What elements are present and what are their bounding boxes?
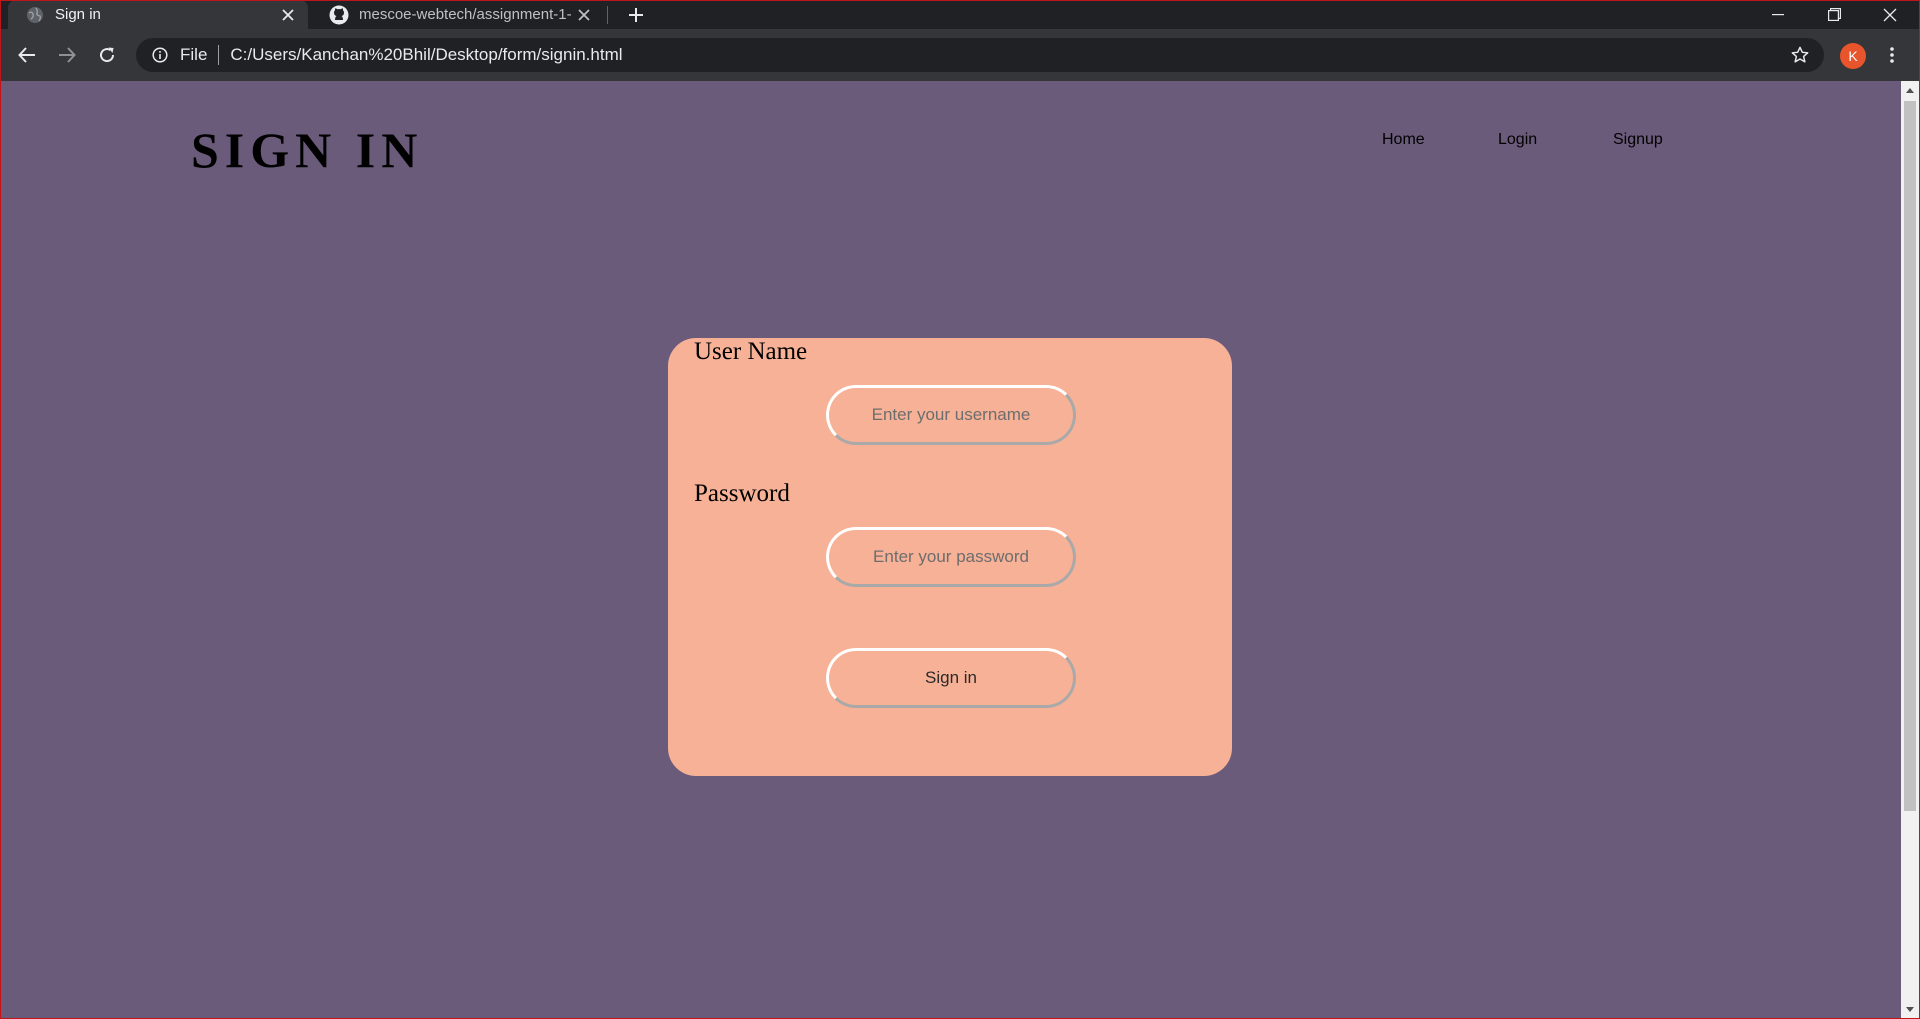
signin-card: User Name Password Sign in	[668, 338, 1232, 776]
close-icon[interactable]	[276, 3, 300, 27]
username-input[interactable]	[826, 385, 1076, 445]
url-scheme: File	[180, 45, 208, 64]
plus-icon	[629, 8, 643, 22]
tab-github[interactable]: mescoe-webtech/assignment-1-	[312, 0, 604, 29]
tab-separator	[607, 6, 608, 24]
restore-icon	[1827, 8, 1841, 21]
arrow-right-icon	[59, 47, 76, 63]
url-text[interactable]: C:/Users/Kanchan%20Bhil/Desktop/form/sig…	[230, 45, 622, 65]
menu-button[interactable]	[1876, 39, 1908, 71]
tab-sign-in[interactable]: Sign in	[8, 0, 308, 29]
scroll-up-icon[interactable]	[1901, 81, 1919, 98]
scrollbar-thumb[interactable]	[1904, 101, 1916, 811]
reload-icon	[100, 47, 115, 63]
password-label: Password	[694, 480, 790, 507]
page-viewport: SIGN IN Home Login Signup User Name Pass…	[1, 81, 1901, 1018]
username-label: User Name	[694, 338, 808, 365]
address-bar[interactable]: File C:/Users/Kanchan%20Bhil/Desktop/for…	[136, 38, 1824, 72]
globe-icon	[25, 5, 45, 25]
nav-signup-link[interactable]: Signup	[1613, 131, 1663, 149]
arrow-left-icon	[18, 47, 35, 63]
divider	[218, 45, 220, 65]
forward-button[interactable]	[51, 39, 83, 71]
window-close-button[interactable]	[1862, 0, 1918, 29]
browser-toolbar: File C:/Users/Kanchan%20Bhil/Desktop/for…	[0, 29, 1920, 81]
profile-avatar[interactable]: K	[1840, 43, 1866, 69]
tab-title: Sign in	[55, 6, 101, 23]
password-input[interactable]	[826, 527, 1076, 587]
signin-button[interactable]: Sign in	[826, 648, 1076, 708]
reload-button[interactable]	[91, 39, 123, 71]
restore-button[interactable]	[1806, 0, 1862, 29]
vertical-scrollbar[interactable]	[1901, 81, 1919, 1018]
minimize-icon	[1772, 13, 1784, 15]
star-icon[interactable]	[1788, 43, 1812, 67]
new-tab-button[interactable]	[622, 1, 650, 29]
tab-title: mescoe-webtech/assignment-1-	[359, 6, 572, 23]
minimize-button[interactable]	[1750, 0, 1806, 29]
scroll-down-icon[interactable]	[1901, 1001, 1919, 1018]
info-icon[interactable]	[149, 44, 171, 66]
nav-home-link[interactable]: Home	[1382, 131, 1425, 149]
nav-login-link[interactable]: Login	[1498, 131, 1537, 149]
tab-strip: Sign in mescoe-webtech/assignment-1-	[0, 0, 1920, 29]
more-vert-icon	[1890, 47, 1894, 63]
close-icon	[1883, 8, 1897, 21]
github-icon	[329, 5, 349, 25]
page-title: SIGN IN	[191, 122, 424, 178]
close-icon[interactable]	[572, 3, 596, 27]
back-button[interactable]	[11, 39, 43, 71]
